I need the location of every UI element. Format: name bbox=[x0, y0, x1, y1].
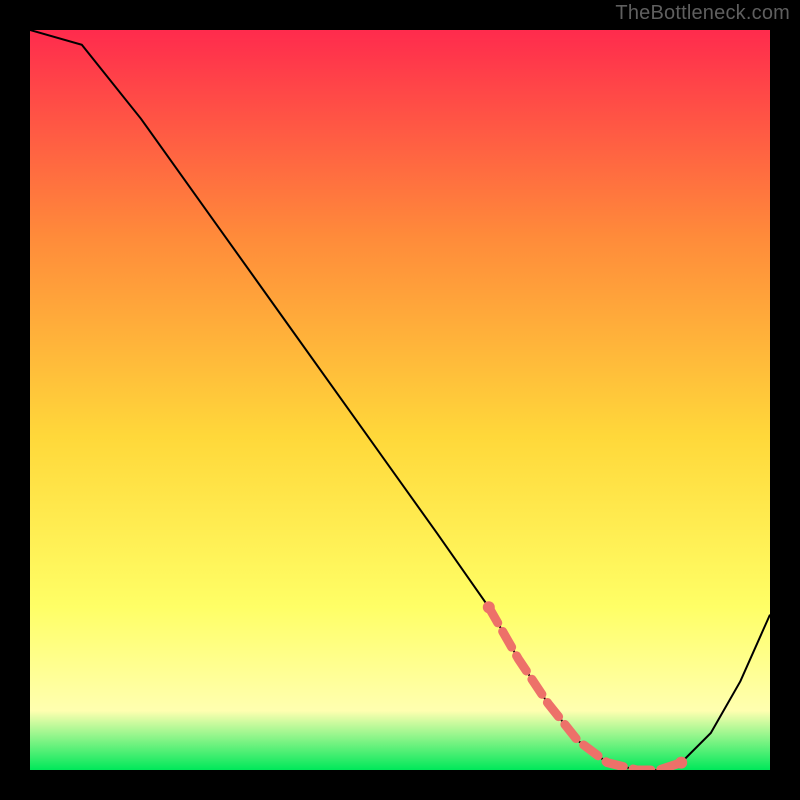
watermark-text: TheBottleneck.com bbox=[615, 2, 790, 25]
gradient-background bbox=[30, 30, 770, 770]
plot-area bbox=[30, 30, 770, 770]
flat-region-endpoint bbox=[675, 757, 687, 769]
chart-frame: TheBottleneck.com bbox=[0, 0, 800, 800]
flat-region-endpoint bbox=[483, 601, 495, 613]
chart-svg bbox=[30, 30, 770, 770]
